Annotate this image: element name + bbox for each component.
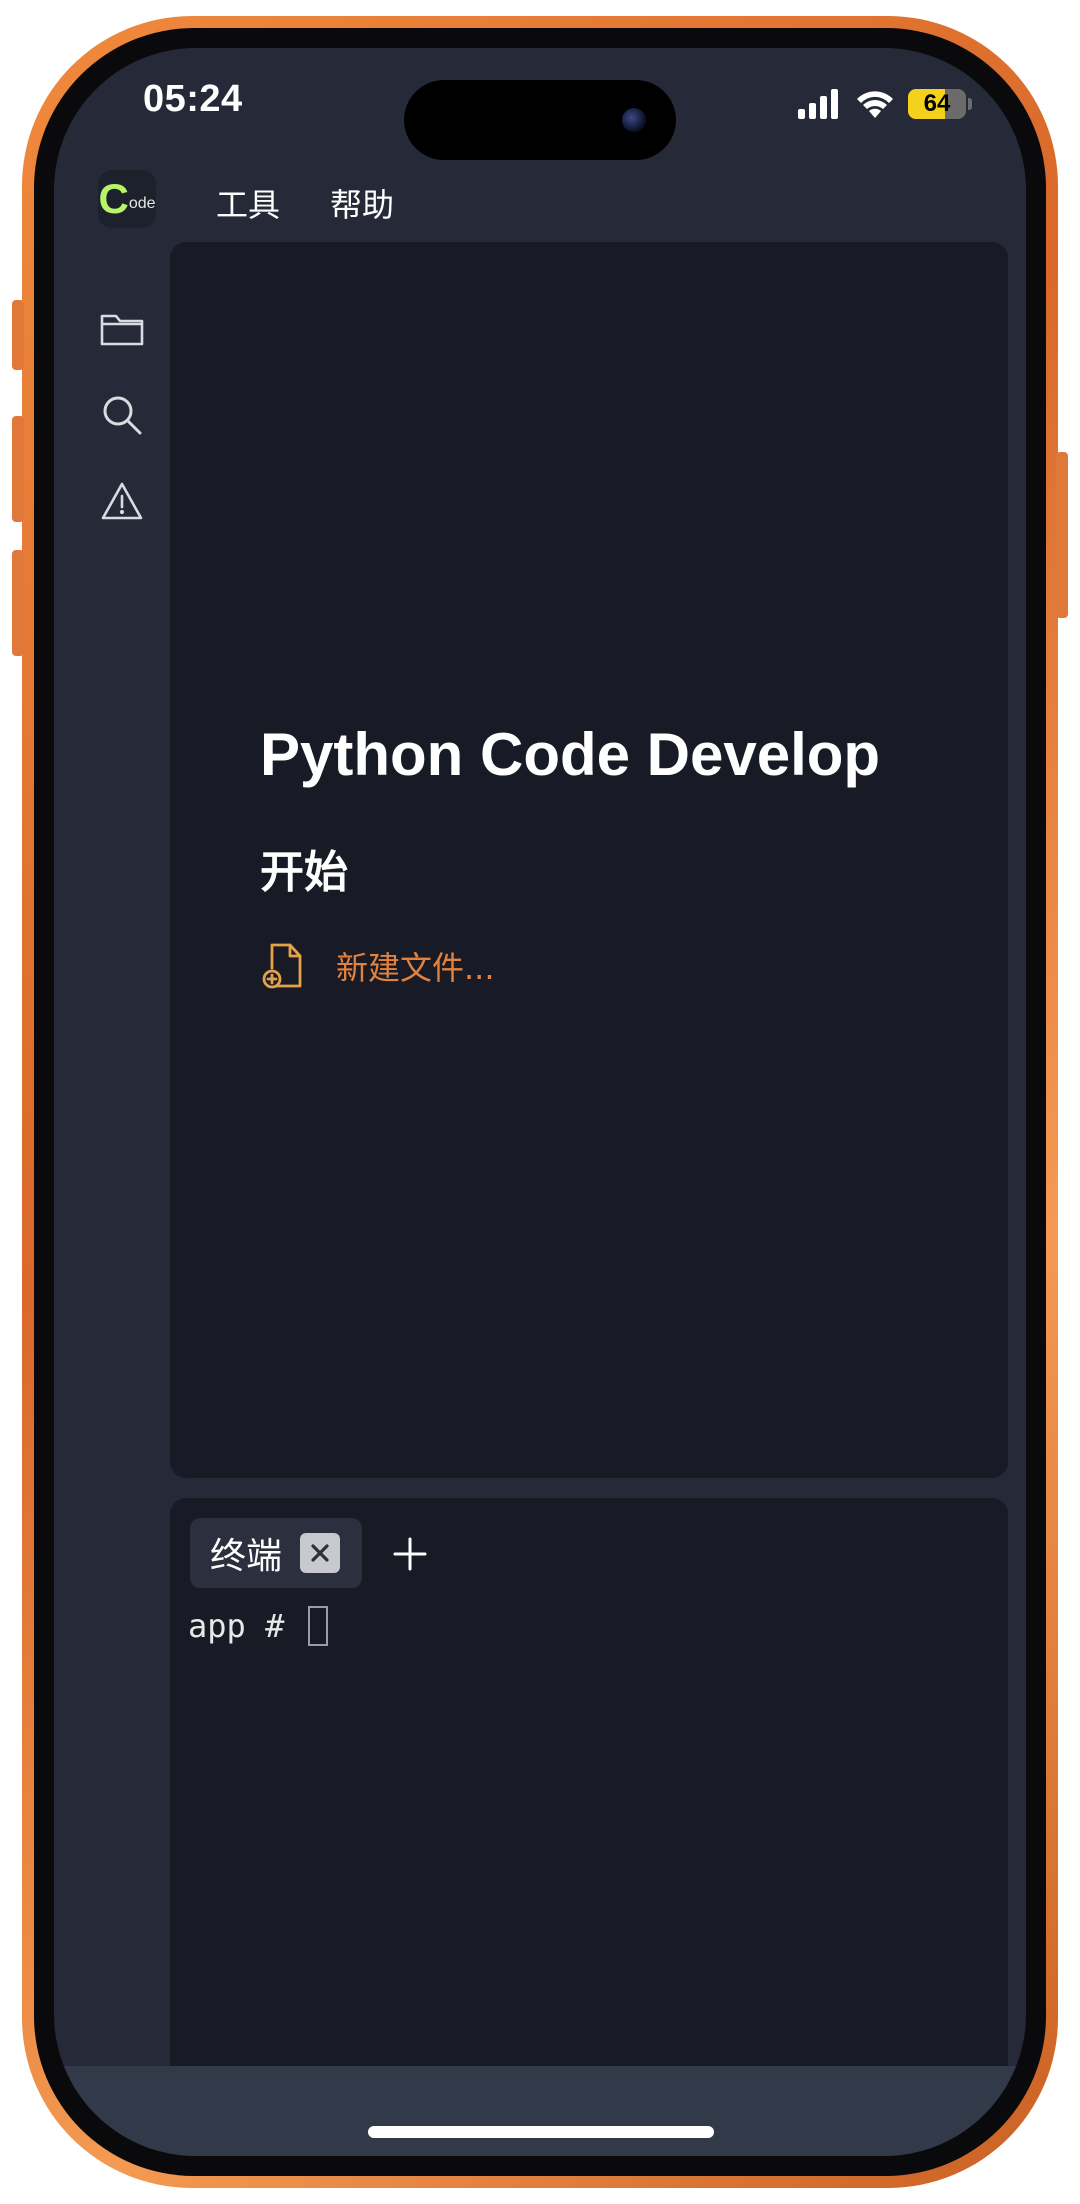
search-button[interactable] xyxy=(98,391,146,439)
signal-icon xyxy=(798,89,838,119)
new-file-link[interactable]: 新建文件... xyxy=(262,942,495,990)
battery-level: 64 xyxy=(923,90,951,117)
terminal-prompt: app # xyxy=(188,1607,304,1645)
wifi-icon xyxy=(857,91,893,118)
explorer-button[interactable] xyxy=(98,305,146,353)
terminal-close-button[interactable] xyxy=(300,1533,340,1573)
status-icons: 64 xyxy=(798,88,972,120)
terminal-panel: 终端 app # xyxy=(170,1498,1008,2078)
terminal-input-line[interactable]: app # xyxy=(188,1606,328,1646)
welcome-title: Python Code Develop xyxy=(260,721,881,788)
warning-icon xyxy=(101,482,143,520)
menu-item-tools[interactable]: 工具 xyxy=(216,180,280,226)
battery-icon: 64 xyxy=(908,89,966,119)
home-indicator[interactable] xyxy=(368,2126,714,2138)
app-logo[interactable]: Code xyxy=(98,170,156,228)
logo-suffix: ode xyxy=(128,195,156,212)
status-time: 05:24 xyxy=(143,78,243,120)
plus-icon xyxy=(393,1537,427,1571)
dynamic-island xyxy=(404,80,676,160)
side-button-volume-down xyxy=(12,550,24,656)
start-heading: 开始 xyxy=(260,847,348,898)
status-bar: 05:24 64 xyxy=(54,48,1026,160)
folder-icon xyxy=(100,314,144,346)
terminal-tab[interactable]: 终端 xyxy=(190,1518,362,1588)
battery-tip xyxy=(968,98,972,110)
screen: 05:24 64 Code 工具 帮助 Python Code Develop … xyxy=(54,48,1026,2156)
new-file-label: 新建文件... xyxy=(336,949,495,987)
search-icon xyxy=(103,396,142,435)
editor-panel: Python Code Develop 开始 新建文件... xyxy=(170,242,1008,1478)
problems-button[interactable] xyxy=(98,477,146,525)
menu-bar: Code 工具 帮助 xyxy=(54,168,1026,238)
close-icon xyxy=(311,1544,329,1562)
terminal-cursor xyxy=(307,1606,328,1646)
menu-item-help[interactable]: 帮助 xyxy=(330,180,394,226)
side-button-volume-up xyxy=(12,416,24,522)
new-file-icon xyxy=(262,943,302,989)
new-terminal-button[interactable] xyxy=(380,1524,440,1584)
bottom-bar xyxy=(54,2066,1026,2156)
side-button-action xyxy=(12,300,24,370)
side-button-power xyxy=(1056,452,1068,618)
logo-letter: C xyxy=(98,175,129,222)
camera-lens-icon xyxy=(622,108,646,132)
terminal-tab-label: 终端 xyxy=(210,1536,283,1577)
